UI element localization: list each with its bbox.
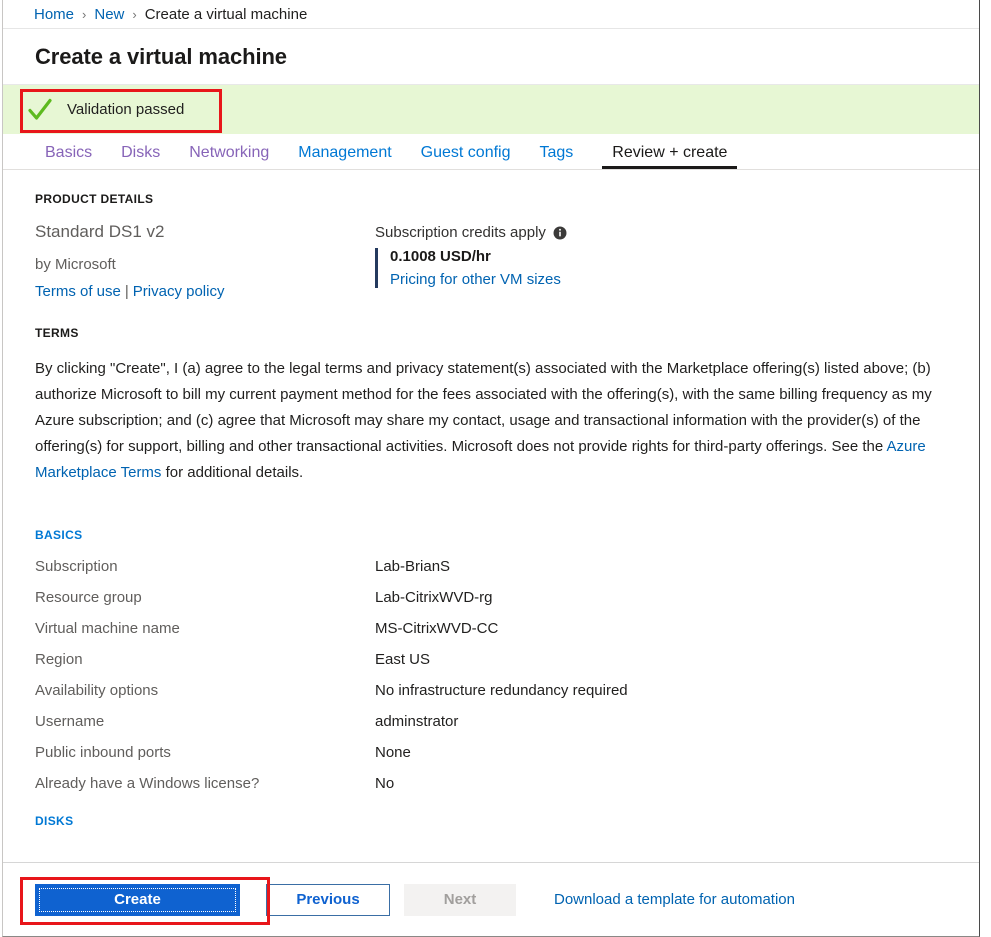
table-row: Already have a Windows license? No [35,775,947,792]
tab-review-create[interactable]: Review + create [602,144,738,169]
table-row: Virtual machine name MS-CitrixWVD-CC [35,620,947,637]
breadcrumb-separator-icon: › [132,6,137,22]
info-icon[interactable] [553,226,567,240]
azure-portal-blade: Home › New › Create a virtual machine Cr… [2,0,980,937]
row-key: Already have a Windows license? [35,775,260,792]
product-summary: Standard DS1 v2 by Microsoft Terms of us… [35,222,375,300]
row-value: adminstrator [375,713,459,730]
product-details-heading: PRODUCT DETAILS [35,192,154,206]
table-row: Availability options No infrastructure r… [35,682,947,699]
page-title: Create a virtual machine [35,43,287,69]
price-block: 0.1008 USD/hr Pricing for other VM sizes [375,248,567,288]
basics-heading: BASICS [35,528,83,542]
title-bar: Create a virtual machine [3,29,979,85]
table-row: Username adminstrator [35,713,947,730]
price-value: 0.1008 USD/hr [390,248,491,265]
tab-tags[interactable]: Tags [539,144,587,169]
tab-management[interactable]: Management [298,144,405,169]
row-value: No [375,775,395,792]
basics-section: BASICS Subscription Lab-BrianS Resource … [35,528,947,792]
row-key: Availability options [35,682,159,699]
terms-body: By clicking "Create", I (a) agree to the… [35,356,947,486]
table-row: Resource group Lab-CitrixWVD-rg [35,589,947,606]
wizard-footer: Create Previous Next Download a template… [3,862,979,936]
pricing-summary: Subscription credits apply 0.1008 USD/hr… [375,222,567,288]
product-legal-links: Terms of use | Privacy policy [35,283,375,300]
wizard-tabs: Basics Disks Networking Management Guest… [3,134,979,170]
screenshot-root: Home › New › Create a virtual machine Cr… [0,0,991,937]
terms-body-part2: for additional details. [161,464,304,481]
pricing-other-vm-sizes-link[interactable]: Pricing for other VM sizes [390,271,567,288]
row-value: Lab-BrianS [375,558,451,575]
row-key: Public inbound ports [35,744,171,761]
table-row: Public inbound ports None [35,744,947,761]
tab-networking[interactable]: Networking [189,144,283,169]
table-row: Region East US [35,651,947,668]
breadcrumb-item-new[interactable]: New [94,6,124,23]
row-key: Subscription [35,558,118,575]
validation-banner-content: Validation passed [3,97,184,123]
row-value: East US [375,651,431,668]
tab-basics[interactable]: Basics [45,144,106,169]
download-template-link[interactable]: Download a template for automation [554,891,795,908]
review-create-content: PRODUCT DETAILS Standard DS1 v2 by Micro… [3,170,979,828]
green-checkmark-icon [27,97,53,123]
breadcrumb: Home › New › Create a virtual machine [3,0,979,29]
disks-heading: DISKS [35,814,74,828]
privacy-policy-link[interactable]: Privacy policy [133,283,225,300]
product-details-section: Standard DS1 v2 by Microsoft Terms of us… [35,222,947,300]
terms-of-use-link[interactable]: Terms of use [35,283,121,300]
terms-section: TERMS By clicking "Create", I (a) agree … [35,326,947,486]
terms-body-part1: By clicking "Create", I (a) agree to the… [35,360,932,455]
row-key: Region [35,651,83,668]
create-button[interactable]: Create [35,883,240,916]
breadcrumb-item-home[interactable]: Home [34,6,74,23]
subscription-credits-row: Subscription credits apply [375,224,567,241]
tab-disks[interactable]: Disks [121,144,174,169]
row-value: Lab-CitrixWVD-rg [375,589,493,606]
product-name: Standard DS1 v2 [35,222,165,241]
subscription-credits-label: Subscription credits apply [375,224,546,241]
tab-guest-config[interactable]: Guest config [421,144,525,169]
link-divider: | [124,283,129,300]
product-publisher: by Microsoft [35,256,116,273]
breadcrumb-item-current: Create a virtual machine [144,5,308,23]
terms-heading: TERMS [35,326,79,340]
breadcrumb-separator-icon: › [82,6,87,22]
table-row: Subscription Lab-BrianS [35,558,947,575]
validation-status-text: Validation passed [67,101,185,118]
row-key: Virtual machine name [35,620,180,637]
row-key: Username [35,713,105,730]
row-value: None [375,744,411,761]
validation-banner: Validation passed [3,85,979,134]
row-key: Resource group [35,589,142,606]
row-value: MS-CitrixWVD-CC [375,620,499,637]
next-button: Next [404,883,516,916]
row-value: No infrastructure redundancy required [375,682,628,699]
previous-button[interactable]: Previous [266,883,390,916]
